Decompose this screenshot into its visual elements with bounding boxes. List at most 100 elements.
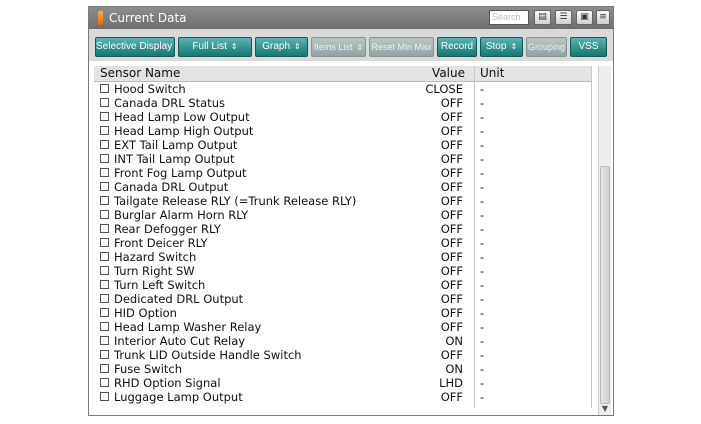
row-checkbox[interactable]	[100, 182, 109, 191]
table-row[interactable]: Canada DRL Status OFF -	[94, 96, 591, 110]
sensor-name: Head Lamp Low Output	[114, 110, 250, 124]
full-list-button[interactable]: Full List ⇕	[178, 37, 252, 57]
row-checkbox[interactable]	[100, 392, 109, 401]
sensor-unit: -	[480, 278, 485, 292]
row-checkbox[interactable]	[100, 224, 109, 233]
row-checkbox[interactable]	[100, 336, 109, 345]
row-checkbox[interactable]	[100, 168, 109, 177]
sensor-unit: -	[480, 292, 485, 306]
row-checkbox[interactable]	[100, 154, 109, 163]
items-list-label: Items List	[313, 42, 353, 52]
sensor-unit: -	[480, 208, 485, 222]
table-row[interactable]: Fuse Switch ON -	[94, 362, 591, 376]
table-row[interactable]: Rear Defogger RLY OFF -	[94, 222, 591, 236]
selective-display-button[interactable]: Selective Display⇕	[95, 37, 175, 57]
table-row[interactable]: EXT Tail Lamp Output OFF -	[94, 138, 591, 152]
row-checkbox[interactable]	[100, 84, 109, 93]
sensor-value: OFF	[440, 180, 463, 194]
sensor-unit: -	[480, 152, 485, 166]
row-checkbox[interactable]	[100, 308, 109, 317]
column-header-sensor-name[interactable]: Sensor Name	[100, 66, 180, 81]
sensor-unit: -	[480, 334, 485, 348]
table-row[interactable]: Head Lamp Low Output OFF -	[94, 110, 591, 124]
row-checkbox[interactable]	[100, 196, 109, 205]
table-row[interactable]: HID Option OFF -	[94, 306, 591, 320]
search-input[interactable]: Search	[489, 10, 529, 25]
sensor-unit: -	[480, 390, 485, 404]
table-row[interactable]: Front Deicer RLY OFF -	[94, 236, 591, 250]
table-row[interactable]: Burglar Alarm Horn RLY OFF -	[94, 208, 591, 222]
row-checkbox[interactable]	[100, 266, 109, 275]
zoom-icon[interactable]: ▤	[534, 10, 551, 25]
sensor-value: OFF	[440, 222, 463, 236]
reset-minmax-button[interactable]: Reset Min.Max	[369, 37, 434, 57]
items-list-button[interactable]: Items List ⇕	[311, 37, 366, 57]
sensor-unit: -	[480, 320, 485, 334]
row-checkbox[interactable]	[100, 238, 109, 247]
table-row[interactable]: Head Lamp High Output OFF -	[94, 124, 591, 138]
stop-button[interactable]: Stop ⇕	[480, 37, 523, 57]
table-row[interactable]: Trunk LID Outside Handle Switch OFF -	[94, 348, 591, 362]
sensor-name: Turn Left Switch	[114, 278, 206, 292]
vss-button[interactable]: VSS	[570, 37, 607, 57]
menu-icon[interactable]: ≡	[596, 10, 610, 25]
table-row[interactable]: Interior Auto Cut Relay ON -	[94, 334, 591, 348]
sensor-value: OFF	[440, 96, 463, 110]
graph-button[interactable]: Graph ⇕	[255, 37, 308, 57]
record-button[interactable]: Record	[437, 37, 477, 57]
table-row[interactable]: Hazard Switch OFF -	[94, 250, 591, 264]
table-row[interactable]: Turn Left Switch OFF -	[94, 278, 591, 292]
table-row[interactable]: Front Fog Lamp Output OFF -	[94, 166, 591, 180]
column-header-unit[interactable]: Unit	[480, 66, 504, 81]
row-checkbox[interactable]	[100, 350, 109, 359]
sensor-unit: -	[480, 82, 485, 96]
table-row[interactable]: Tailgate Release RLY (=Trunk Release RLY…	[94, 194, 591, 208]
title-bar: Current Data Search ▤ ☰ ▣ ≡	[89, 7, 613, 29]
sensor-value: OFF	[440, 320, 463, 334]
table-row[interactable]: Canada DRL Output OFF -	[94, 180, 591, 194]
vertical-scrollbar[interactable]: ▼	[598, 66, 611, 415]
table-row[interactable]: Dedicated DRL Output OFF -	[94, 292, 591, 306]
sensor-name: Canada DRL Output	[114, 180, 229, 194]
updown-icon: ⇕	[356, 43, 364, 52]
full-list-label: Full List	[192, 41, 227, 52]
sensor-name: Luggage Lamp Output	[114, 390, 243, 404]
sensor-name: Rear Defogger RLY	[114, 222, 221, 236]
row-checkbox[interactable]	[100, 112, 109, 121]
table-row[interactable]: INT Tail Lamp Output OFF -	[94, 152, 591, 166]
row-checkbox[interactable]	[100, 322, 109, 331]
sensor-name: Head Lamp Washer Relay	[114, 320, 262, 334]
sensor-name: Burglar Alarm Horn RLY	[114, 208, 249, 222]
table-row[interactable]: Luggage Lamp Output OFF -	[94, 390, 591, 404]
sensor-unit: -	[480, 222, 485, 236]
row-checkbox[interactable]	[100, 126, 109, 135]
graph-label: Graph	[262, 41, 291, 52]
sensor-name: Head Lamp High Output	[114, 124, 254, 138]
sensor-unit: -	[480, 166, 485, 180]
table-row[interactable]: Turn Right SW OFF -	[94, 264, 591, 278]
row-checkbox[interactable]	[100, 280, 109, 289]
table-row[interactable]: Head Lamp Washer Relay OFF -	[94, 320, 591, 334]
capture-icon[interactable]: ▣	[576, 10, 593, 25]
table-row[interactable]: Hood Switch CLOSE -	[94, 82, 591, 96]
scrollbar-thumb[interactable]	[600, 166, 610, 404]
row-checkbox[interactable]	[100, 294, 109, 303]
row-checkbox[interactable]	[100, 364, 109, 373]
row-checkbox[interactable]	[100, 252, 109, 261]
row-checkbox[interactable]	[100, 378, 109, 387]
sensor-unit: -	[480, 348, 485, 362]
row-checkbox[interactable]	[100, 98, 109, 107]
table-row[interactable]: RHD Option Signal LHD -	[94, 376, 591, 390]
grouping-button[interactable]: Grouping	[526, 37, 567, 57]
sensor-table: Sensor Name Value Unit Hood Switch CLOSE -…	[94, 66, 603, 408]
column-header-value[interactable]: Value	[432, 66, 465, 81]
toolbar: Selective Display⇕ Full List⇕ Graph⇕ Ite…	[89, 29, 613, 61]
window-title: Current Data	[109, 11, 187, 25]
list-view-icon[interactable]: ☰	[555, 10, 572, 25]
sensor-value: OFF	[440, 124, 463, 138]
scroll-down-icon[interactable]: ▼	[600, 404, 610, 414]
sensor-name: Canada DRL Status	[114, 96, 225, 110]
row-checkbox[interactable]	[100, 210, 109, 219]
row-checkbox[interactable]	[100, 140, 109, 149]
sensor-value: ON	[445, 334, 463, 348]
